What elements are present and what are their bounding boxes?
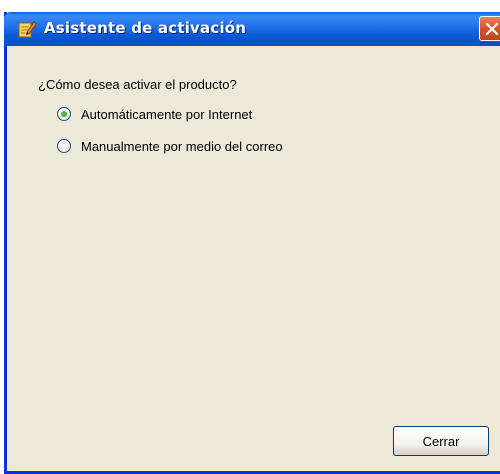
title-bar[interactable]: Asistente de activación — [4, 12, 500, 46]
pencil-note-icon — [18, 21, 36, 38]
radio-button-mail[interactable] — [57, 139, 71, 153]
close-icon — [485, 22, 499, 36]
radio-label-internet[interactable]: Automáticamente por Internet — [81, 107, 252, 122]
activation-wizard-window: Asistente de activación ¿Cómo desea acti… — [4, 12, 500, 474]
window-close-button[interactable] — [479, 16, 500, 41]
radio-label-mail[interactable]: Manualmente por medio del correo — [81, 139, 283, 154]
radio-button-internet[interactable] — [57, 107, 71, 121]
activation-question: ¿Cómo desea activar el producto? — [38, 77, 237, 92]
close-button[interactable]: Cerrar — [393, 426, 489, 456]
radio-option-internet[interactable]: Automáticamente por Internet — [57, 106, 252, 122]
radio-option-mail[interactable]: Manualmente por medio del correo — [57, 138, 283, 154]
window-title: Asistente de activación — [44, 19, 247, 37]
